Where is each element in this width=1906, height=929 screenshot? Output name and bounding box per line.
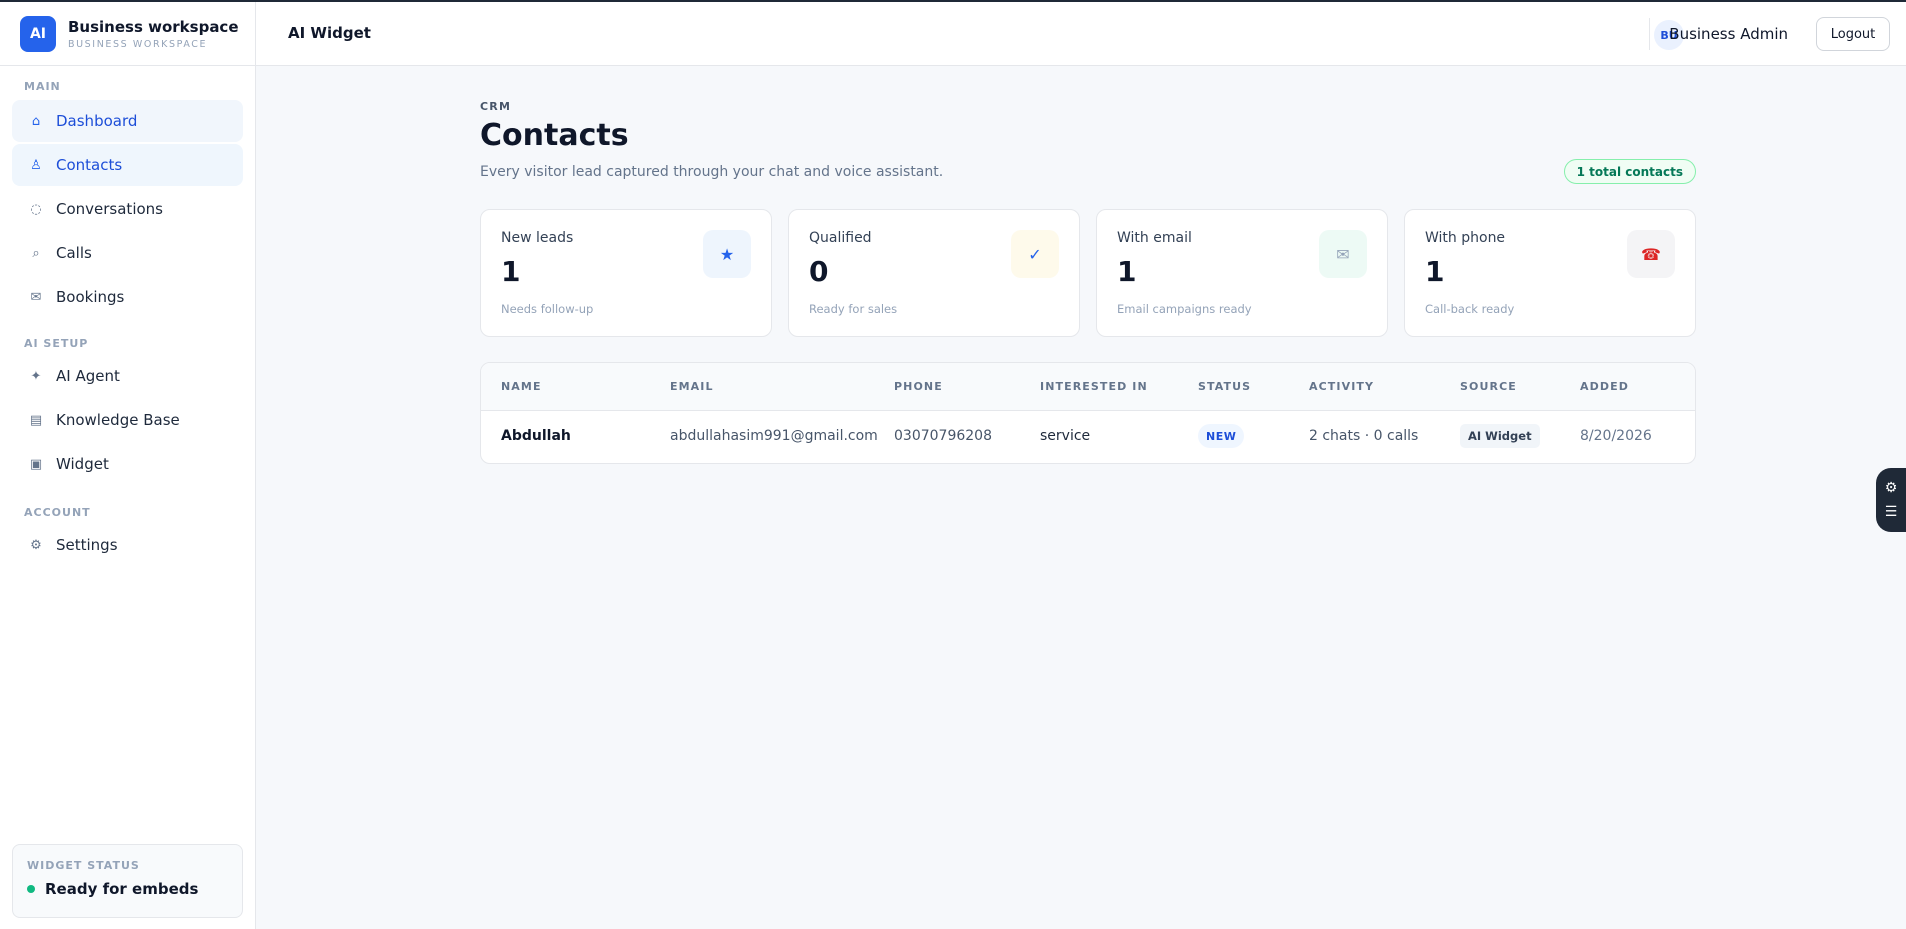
check-icon: ✓: [1011, 230, 1059, 278]
stat-note: Ready for sales: [809, 302, 898, 316]
status-dot-icon: [27, 885, 35, 893]
stat-label: With email: [1117, 230, 1192, 246]
stat-label: With phone: [1425, 230, 1506, 246]
sidebar-item-widget[interactable]: ▣ Widget: [12, 443, 243, 485]
column-header-status[interactable]: STATUS: [1198, 380, 1251, 393]
logout-button[interactable]: Logout: [1816, 17, 1890, 51]
stat-label: Qualified: [809, 230, 872, 246]
cell-added: 8/20/2026: [1580, 428, 1652, 444]
stat-note: Call-back ready: [1425, 302, 1515, 316]
stat-value: 1: [1117, 255, 1137, 288]
person-icon: ♙: [30, 157, 42, 173]
home-icon: ⌂: [31, 113, 41, 129]
topbar: AI Widget BU Business Admin Logout: [256, 2, 1906, 66]
column-header-added[interactable]: ADDED: [1580, 380, 1629, 393]
total-contacts-badge: 1 total contacts: [1563, 159, 1696, 184]
widget-status-label: WIDGET STATUS: [27, 859, 140, 872]
source-badge: AI Widget: [1460, 424, 1540, 448]
sidebar-item-label: Settings: [56, 536, 118, 554]
stat-card-new-leads: New leads 1 Needs follow-up ★: [480, 209, 772, 337]
column-header-activity[interactable]: ACTIVITY: [1309, 380, 1374, 393]
telephone-icon: ☎: [1627, 230, 1675, 278]
sidebar-item-conversations[interactable]: ◌ Conversations: [12, 188, 243, 230]
stat-value: 1: [1425, 255, 1445, 288]
table-header: NAME EMAIL PHONE INTERESTED IN STATUS AC…: [481, 363, 1695, 411]
mail-icon: ✉: [1319, 230, 1367, 278]
cell-interested-in: service: [1040, 428, 1091, 444]
page-title: Contacts: [480, 118, 629, 153]
section-label-account: ACCOUNT: [24, 506, 91, 519]
widget-icon: ▣: [29, 456, 43, 472]
user-name: Business Admin: [1669, 25, 1788, 43]
column-header-email[interactable]: EMAIL: [670, 380, 714, 393]
topbar-title: AI Widget: [288, 24, 371, 42]
table-row[interactable]: Abdullah abdullahasim991@gmail.com 03070…: [481, 411, 1695, 463]
stats-row: New leads 1 Needs follow-up ★ Qualified …: [480, 209, 1696, 337]
column-header-source[interactable]: SOURCE: [1460, 380, 1517, 393]
sidebar-item-knowledge-base[interactable]: ▤ Knowledge Base: [12, 399, 243, 441]
floating-tool-panel: ⚙ ☰: [1876, 468, 1906, 532]
sidebar-item-dashboard[interactable]: ⌂ Dashboard: [12, 100, 243, 142]
stat-card-qualified: Qualified 0 Ready for sales ✓: [788, 209, 1080, 337]
widget-status-card: WIDGET STATUS Ready for embeds: [12, 844, 243, 918]
sidebar-item-label: Contacts: [56, 156, 123, 174]
phone-icon: ⌕: [32, 245, 40, 261]
sidebar-item-label: Knowledge Base: [56, 411, 180, 429]
calendar-icon: ✉: [30, 289, 42, 305]
chat-circle-icon: ◌: [30, 201, 42, 217]
stat-value: 1: [501, 255, 521, 288]
settings-icon[interactable]: ⚙: [1885, 479, 1898, 497]
sidebar-item-label: Conversations: [56, 200, 163, 218]
column-header-phone[interactable]: PHONE: [894, 380, 943, 393]
stat-value: 0: [809, 255, 829, 288]
sidebar-item-label: Bookings: [56, 288, 125, 306]
status-badge: NEW: [1198, 424, 1245, 448]
brand: AI Business workspace BUSINESS WORKSPACE: [0, 2, 255, 66]
stat-label: New leads: [501, 230, 574, 246]
star-icon: ★: [703, 230, 751, 278]
contacts-table: NAME EMAIL PHONE INTERESTED IN STATUS AC…: [480, 362, 1696, 464]
book-icon: ▤: [29, 412, 43, 428]
sidebar-item-label: Calls: [56, 244, 92, 262]
brand-subtitle: BUSINESS WORKSPACE: [68, 38, 208, 50]
topbar-divider: [1649, 18, 1650, 50]
sidebar-item-label: AI Agent: [56, 367, 120, 385]
sidebar: AI Business workspace BUSINESS WORKSPACE…: [0, 2, 256, 929]
sparkle-icon: ✦: [30, 368, 42, 384]
widget-status-value: Ready for embeds: [45, 880, 199, 898]
sidebar-item-label: Widget: [56, 455, 109, 473]
stat-note: Needs follow-up: [501, 302, 594, 316]
list-icon[interactable]: ☰: [1885, 503, 1898, 521]
sidebar-item-calls[interactable]: ⌕ Calls: [12, 232, 243, 274]
section-label-ai-setup: AI SETUP: [24, 337, 89, 350]
column-header-name[interactable]: NAME: [501, 380, 542, 393]
sidebar-item-settings[interactable]: ⚙ Settings: [12, 524, 243, 566]
cell-activity: 2 chats · 0 calls: [1309, 428, 1419, 444]
brand-name: Business workspace: [68, 17, 239, 36]
sidebar-item-contacts[interactable]: ♙ Contacts: [12, 144, 243, 186]
brand-logo: AI: [20, 15, 56, 52]
section-label-main: MAIN: [24, 80, 61, 93]
gear-icon: ⚙: [30, 537, 42, 553]
sidebar-item-ai-agent[interactable]: ✦ AI Agent: [12, 355, 243, 397]
stat-card-with-phone: With phone 1 Call-back ready ☎: [1404, 209, 1696, 337]
page-subtitle: Every visitor lead captured through your…: [480, 164, 944, 180]
sidebar-item-bookings[interactable]: ✉ Bookings: [12, 276, 243, 318]
page-eyebrow: CRM: [480, 100, 512, 113]
column-header-interested-in[interactable]: INTERESTED IN: [1040, 380, 1148, 393]
stat-note: Email campaigns ready: [1117, 302, 1252, 316]
cell-phone: 03070796208: [894, 428, 992, 444]
cell-email: abdullahasim991@gmail.com: [670, 428, 878, 444]
stat-card-with-email: With email 1 Email campaigns ready ✉: [1096, 209, 1388, 337]
sidebar-item-label: Dashboard: [56, 112, 138, 130]
cell-name[interactable]: Abdullah: [501, 428, 571, 444]
